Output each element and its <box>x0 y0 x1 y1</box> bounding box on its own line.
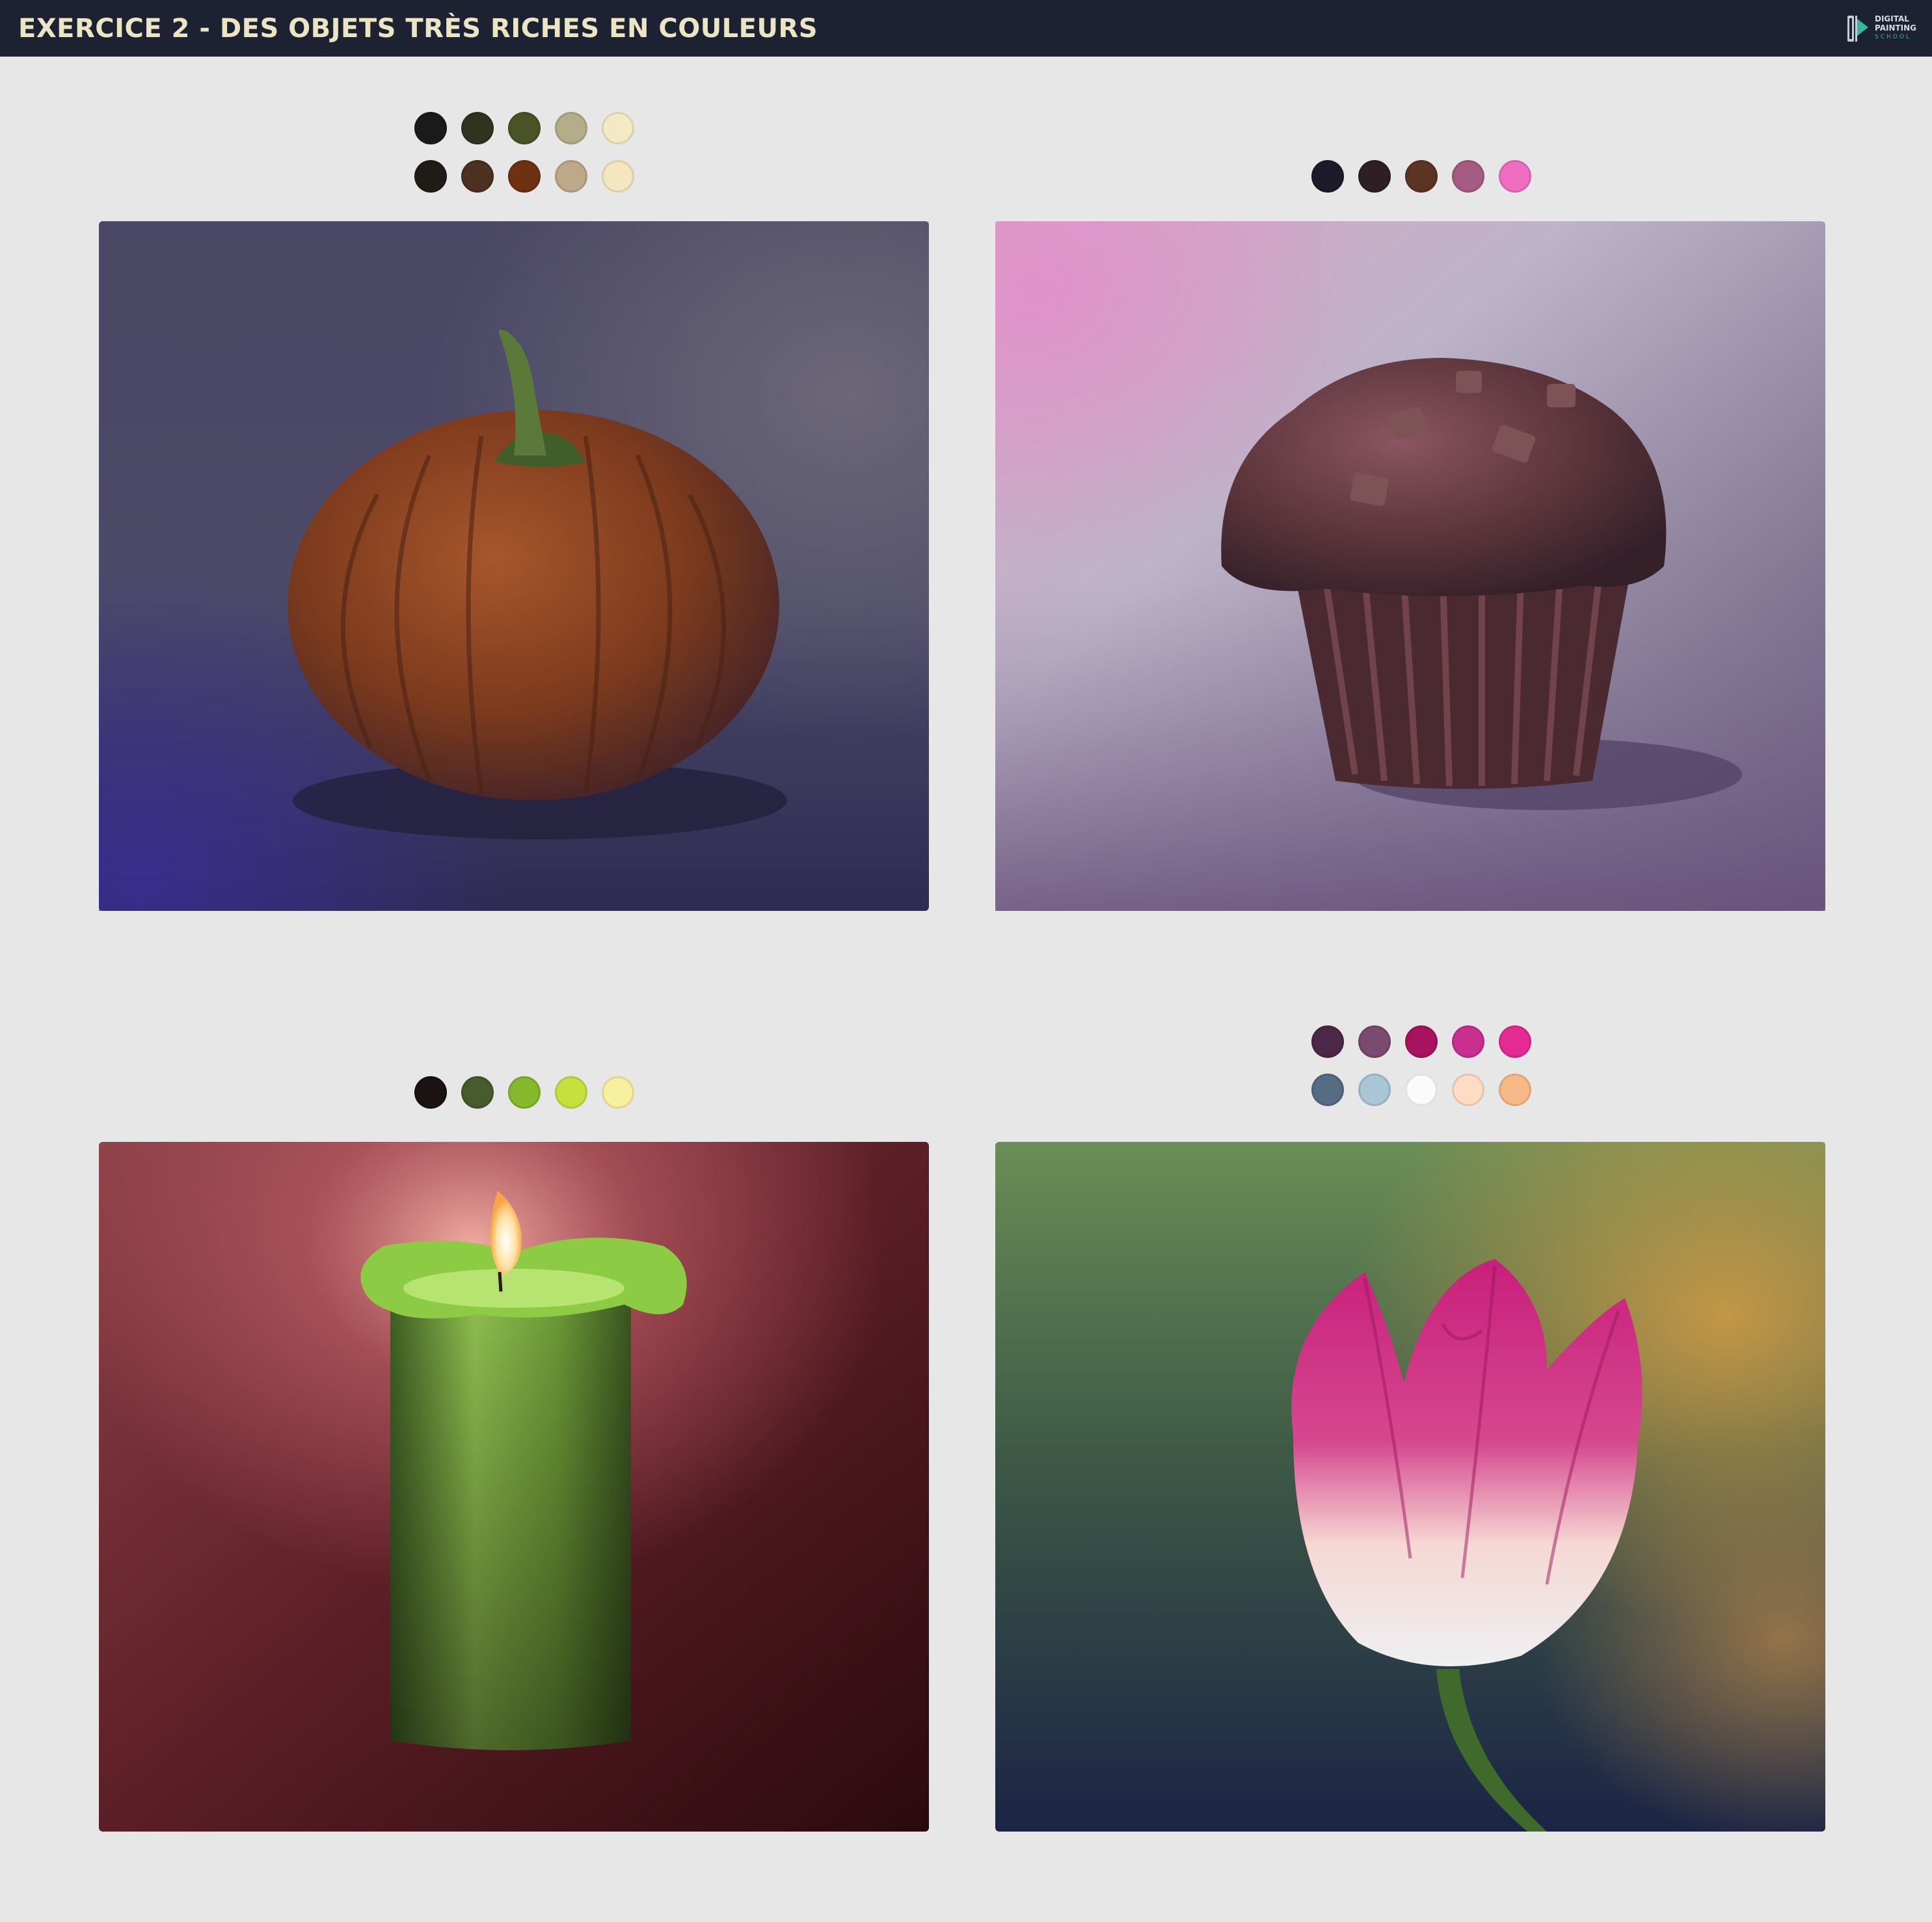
header-bar: EXERCICE 2 - DES OBJETS TRÈS RICHES EN C… <box>0 0 1932 57</box>
color-swatch <box>414 112 447 144</box>
candle-painting <box>91 1135 937 1838</box>
swatch-row <box>1311 1074 1531 1106</box>
color-swatch <box>508 112 541 144</box>
color-swatch <box>1452 1074 1484 1106</box>
palette-pumpkin <box>414 112 634 208</box>
color-swatch <box>461 1076 494 1109</box>
color-swatch <box>1452 1025 1484 1058</box>
color-swatch <box>555 112 587 144</box>
pumpkin-painting <box>91 215 937 917</box>
color-swatch <box>414 1076 447 1109</box>
swatch-row <box>414 1076 634 1109</box>
color-swatch <box>1499 1025 1531 1058</box>
school-logo: DIGITAL PAINTING SCHOOL <box>1845 12 1923 46</box>
color-swatch <box>1405 1025 1438 1058</box>
muffin-painting <box>987 215 1833 917</box>
color-swatch <box>461 112 494 144</box>
color-swatch <box>602 112 634 144</box>
color-swatch <box>602 1076 634 1109</box>
color-swatch <box>461 160 494 193</box>
color-swatch <box>1311 1074 1344 1106</box>
color-swatch <box>555 1076 587 1109</box>
logo-text-line-2: PAINTING <box>1875 23 1917 33</box>
page-title: EXERCICE 2 - DES OBJETS TRÈS RICHES EN C… <box>18 14 818 44</box>
swatch-row <box>414 160 634 193</box>
color-swatch <box>1405 1074 1438 1106</box>
brush-logo-icon <box>1847 16 1868 42</box>
swatch-row <box>1311 1025 1531 1058</box>
swatch-row <box>414 112 634 144</box>
color-swatch <box>1452 160 1484 193</box>
color-swatch <box>508 1076 541 1109</box>
color-swatch <box>1311 160 1344 193</box>
color-swatch <box>555 160 587 193</box>
color-swatch <box>1358 160 1391 193</box>
palette-candle <box>414 1076 634 1124</box>
color-swatch <box>508 160 541 193</box>
color-swatch <box>1405 160 1438 193</box>
logo-text-line-1: DIGITAL <box>1875 14 1909 23</box>
swatch-row <box>1311 160 1531 193</box>
color-swatch <box>602 160 634 193</box>
color-swatch <box>1358 1025 1391 1058</box>
palette-muffin <box>1311 160 1531 208</box>
color-swatch <box>1499 1074 1531 1106</box>
logo-text-line-3: SCHOOL <box>1875 34 1911 40</box>
tulip-painting <box>987 1135 1833 1838</box>
color-swatch <box>414 160 447 193</box>
color-swatch <box>1311 1025 1344 1058</box>
color-swatch <box>1358 1074 1391 1106</box>
color-swatch <box>1499 160 1531 193</box>
palette-tulip <box>1311 1025 1531 1122</box>
